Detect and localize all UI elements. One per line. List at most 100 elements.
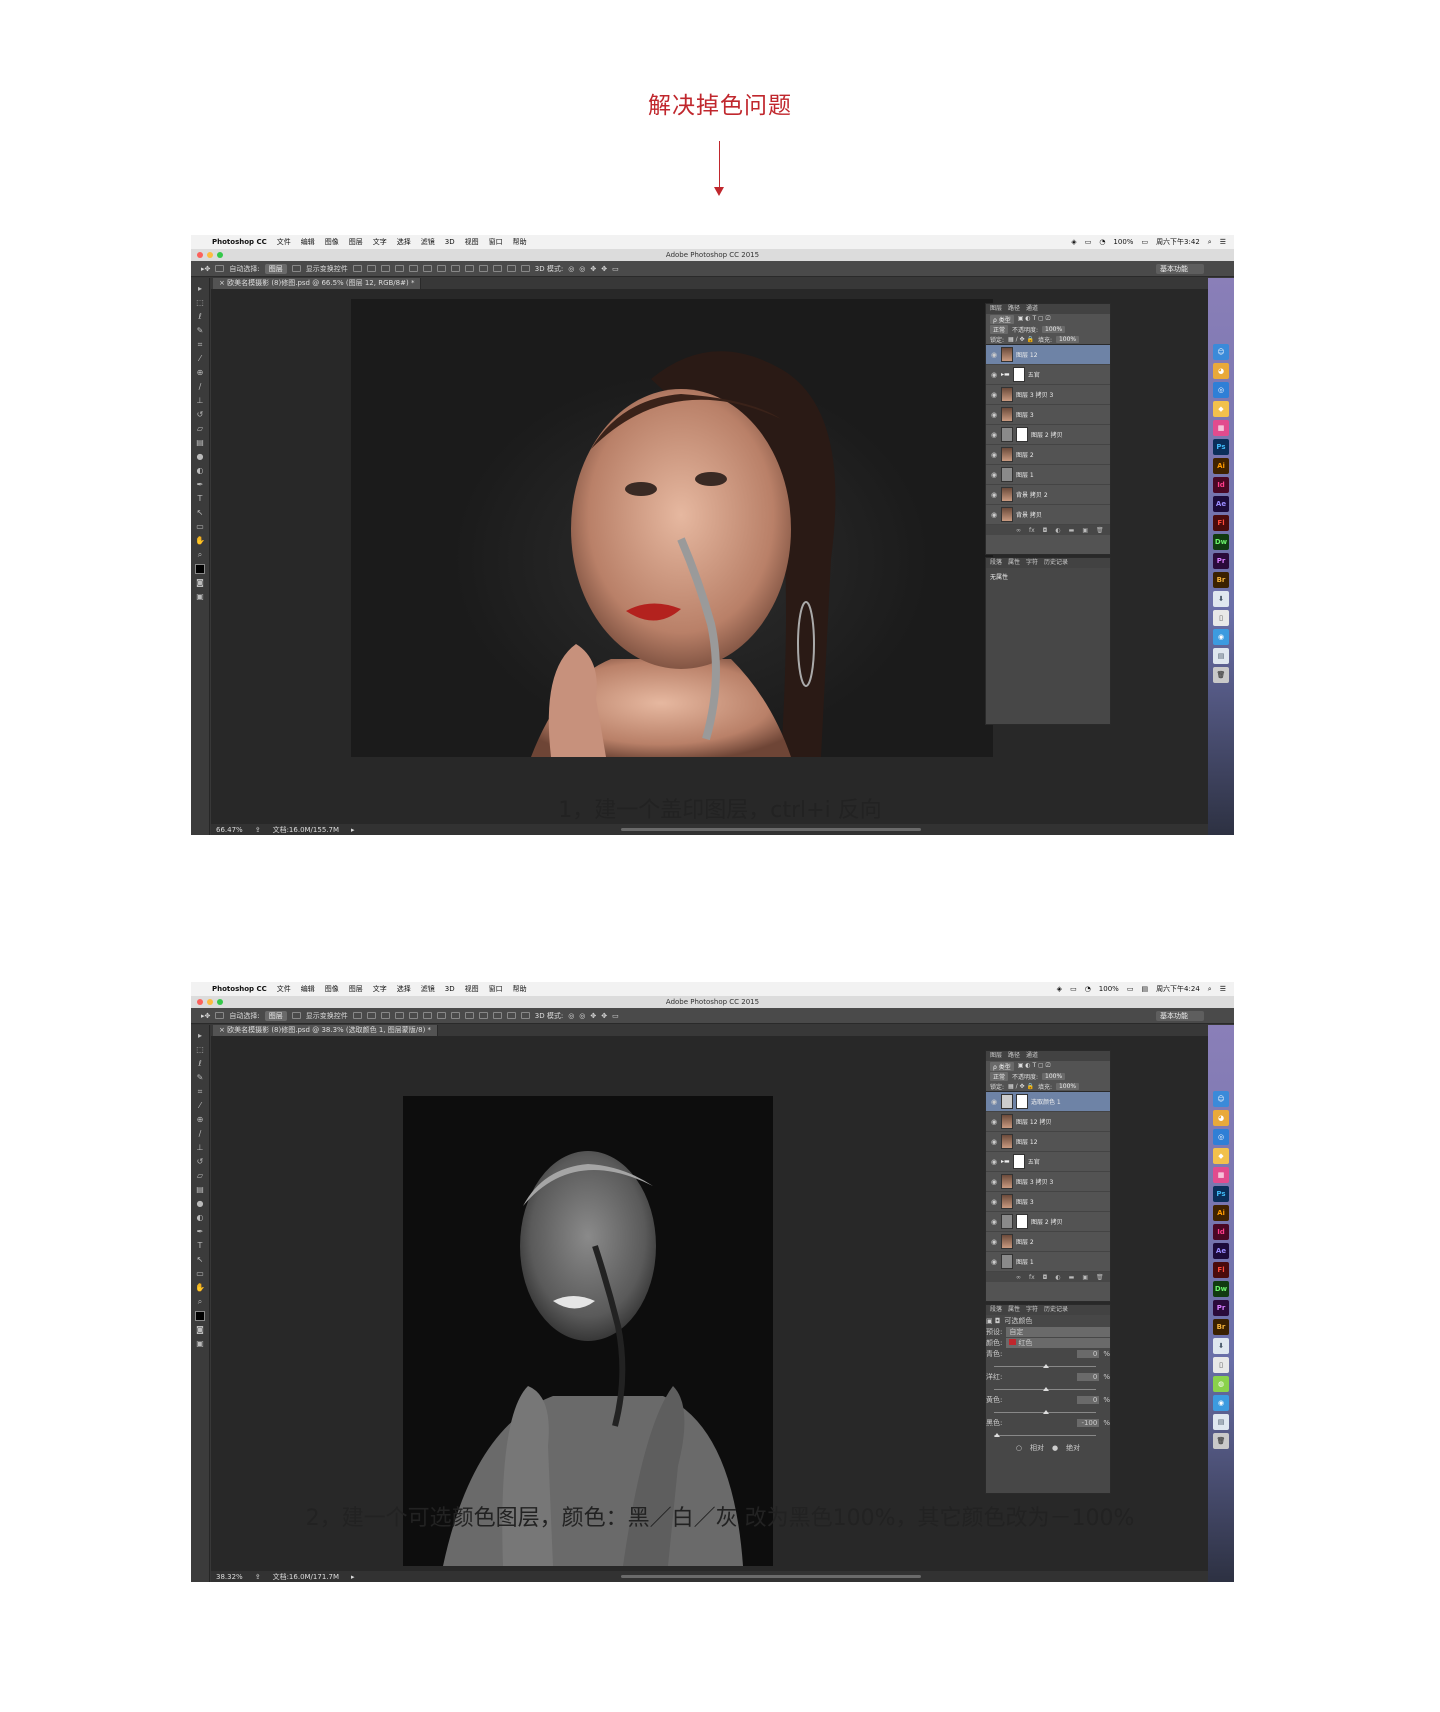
layer-group-row[interactable]: ◉ ▸▬ 五官 (986, 365, 1110, 385)
align-left-icon[interactable] (394, 265, 404, 272)
yellow-slider[interactable] (994, 1407, 1096, 1414)
qq-browser-icon[interactable]: ◉ (1213, 1395, 1229, 1411)
tab-layers[interactable]: 图层 (990, 1051, 1002, 1061)
3d-slide-icon[interactable]: ✥ (601, 1012, 607, 1020)
lasso-tool-icon[interactable]: ℓ (193, 1059, 207, 1069)
battery-icon[interactable]: ▭ (1127, 985, 1134, 993)
adobe-icon[interactable]: ◈ (1071, 238, 1076, 246)
dock-fl-icon[interactable]: Fl (1213, 1262, 1229, 1278)
menu-layer[interactable]: 图层 (349, 984, 363, 994)
fill-input[interactable]: 100% (1055, 335, 1080, 343)
quick-mask-icon[interactable]: ◙ (193, 578, 207, 588)
dock-dw-icon[interactable]: Dw (1213, 1281, 1229, 1297)
healing-tool-icon[interactable]: ⊕ (193, 368, 207, 378)
yellow-value-input[interactable]: 0 (1077, 1395, 1100, 1404)
layer-row[interactable]: ◉ 图层 1 (986, 465, 1110, 485)
distribute-bottom-icon[interactable] (464, 265, 474, 272)
eye-icon[interactable]: ◉ (990, 1158, 998, 1166)
export-icon[interactable]: ⇪ (255, 826, 261, 834)
screen-mode-icon[interactable]: ▣ (193, 1339, 207, 1349)
clock[interactable]: 周六下午4:24 (1156, 984, 1200, 994)
menu-type[interactable]: 文字 (373, 984, 387, 994)
blend-mode-select[interactable]: 正常 (990, 1071, 1009, 1081)
rectangle-tool-icon[interactable]: ▭ (193, 522, 207, 532)
preset-dropdown[interactable]: 自定 (1006, 1326, 1110, 1337)
gradient-tool-icon[interactable]: ▤ (193, 1185, 207, 1195)
trash-icon[interactable]: 🗑 (1213, 1433, 1229, 1449)
link-icon[interactable]: ∞ (1016, 527, 1021, 534)
menu-select[interactable]: 选择 (397, 984, 411, 994)
layer-row[interactable]: ◉ 图层 12 (986, 345, 1110, 365)
layer-kind-filter[interactable]: ρ 类型 (990, 314, 1014, 324)
battery-icon[interactable]: ▭ (1141, 238, 1148, 246)
slider-thumb[interactable] (1042, 1364, 1049, 1368)
menu-edit[interactable]: 编辑 (301, 237, 315, 247)
lock-icons[interactable]: ▦ ∕ ✥ 🔒 (1008, 1083, 1034, 1090)
menu-3d[interactable]: 3D (445, 985, 455, 993)
align-center-icon[interactable] (408, 265, 418, 272)
align-bottom-icon[interactable] (380, 265, 390, 272)
layer-row[interactable]: ◉ 图层 3 (986, 405, 1110, 425)
cyan-value-input[interactable]: 0 (1077, 1349, 1100, 1358)
distribute-left-icon[interactable] (478, 1012, 488, 1019)
eraser-tool-icon[interactable]: ▱ (193, 1171, 207, 1181)
distribute-left-icon[interactable] (478, 265, 488, 272)
black-value-input[interactable]: -100 (1077, 1418, 1100, 1427)
spotlight-search-icon[interactable]: ⌕ (1208, 238, 1212, 247)
eye-icon[interactable]: ◉ (990, 511, 998, 519)
fx-icon[interactable]: fx (1029, 527, 1035, 534)
quick-select-tool-icon[interactable]: ✎ (193, 1073, 207, 1083)
document-tab[interactable]: × 欧美名模摄影 (8)修图.psd @ 66.5% (图层 12, RGB/8… (213, 278, 422, 289)
eye-icon[interactable]: ◉ (990, 431, 998, 439)
eye-icon[interactable]: ◉ (990, 1178, 998, 1186)
tab-properties[interactable]: 属性 (1008, 558, 1020, 568)
gradient-tool-icon[interactable]: ▤ (193, 438, 207, 448)
mask-icon[interactable]: ◘ (1043, 527, 1048, 534)
folder-icon[interactable]: ▸▬ (1001, 371, 1010, 378)
move-tool-icon[interactable]: ▸ (193, 1031, 207, 1041)
move-tool-icon[interactable]: ▸ (193, 284, 207, 294)
move-tool-icon[interactable]: ▸✥ (201, 1012, 210, 1020)
menu-view[interactable]: 视图 (465, 237, 479, 247)
path-select-tool-icon[interactable]: ↖ (193, 508, 207, 518)
move-tool-icon[interactable]: ▸✥ (201, 265, 210, 273)
qq-icon[interactable]: ◕ (1213, 1110, 1229, 1126)
dock-dw-icon[interactable]: Dw (1213, 534, 1229, 550)
pen-tool-icon[interactable]: ✒ (193, 1227, 207, 1237)
dock-id-icon[interactable]: Id (1213, 1224, 1229, 1240)
folder-icon[interactable]: ▸▬ (1001, 1158, 1010, 1165)
preview-icon[interactable]: ▤ (1213, 1414, 1229, 1430)
align-middle-icon[interactable] (366, 265, 376, 272)
zoom-window-button[interactable] (217, 999, 223, 1005)
eraser-tool-icon[interactable]: ▱ (193, 424, 207, 434)
auto-select-dropdown[interactable]: 图层 (264, 263, 287, 274)
dock-ae-icon[interactable]: Ae (1213, 496, 1229, 512)
app-store-icon[interactable]: ▦ (1213, 420, 1229, 436)
link-icon[interactable]: ∞ (1016, 1274, 1021, 1281)
menu-type[interactable]: 文字 (373, 237, 387, 247)
adjustment-icon[interactable]: ◐ (1055, 1274, 1060, 1281)
distribute-right-icon[interactable] (506, 1012, 516, 1019)
finder-icon[interactable]: ☺ (1213, 344, 1229, 360)
crop-tool-icon[interactable]: ⌗ (193, 1087, 207, 1097)
inverted-photo[interactable] (403, 1096, 773, 1566)
safari-icon[interactable]: ◎ (1213, 382, 1229, 398)
dock-ps-icon[interactable]: Ps (1213, 439, 1229, 455)
status-menu-arrow-icon[interactable]: ▸ (351, 826, 355, 834)
dock-ps-icon[interactable]: Ps (1213, 1186, 1229, 1202)
folder-icon[interactable]: ▬ (1069, 527, 1075, 534)
new-layer-icon[interactable]: ▣ (1082, 1274, 1088, 1281)
eye-icon[interactable]: ◉ (990, 1138, 998, 1146)
iqiyi-icon[interactable]: ◍ (1213, 1376, 1229, 1392)
menu-view[interactable]: 视图 (465, 984, 479, 994)
layer-row[interactable]: ◉ 图层 2 (986, 1232, 1110, 1252)
zoom-window-button[interactable] (217, 252, 223, 258)
3d-drag-icon[interactable]: ✥ (590, 1012, 596, 1020)
menu-filter[interactable]: 滤镜 (421, 237, 435, 247)
tab-layers[interactable]: 图层 (990, 304, 1002, 314)
magenta-slider[interactable] (994, 1384, 1096, 1391)
distribute-top-icon[interactable] (436, 265, 446, 272)
show-transform-checkbox[interactable] (291, 265, 301, 272)
portrait-photo[interactable] (351, 299, 993, 757)
auto-align-icon[interactable] (520, 265, 530, 272)
